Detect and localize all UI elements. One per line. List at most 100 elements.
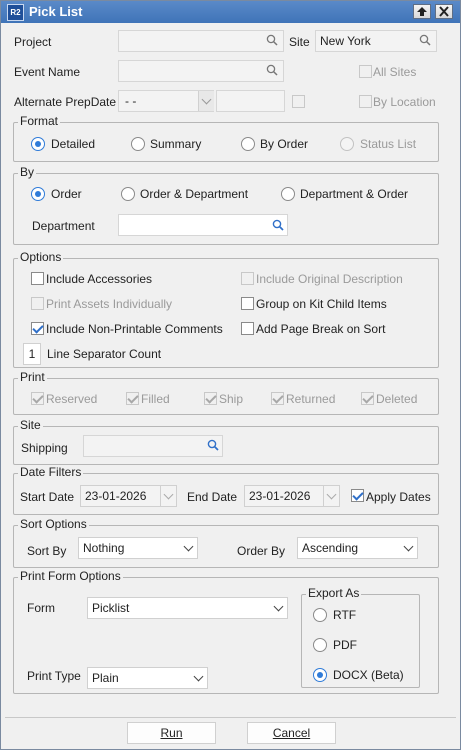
search-icon[interactable]	[266, 64, 278, 76]
include-accessories-checkbox[interactable]	[31, 272, 44, 285]
export-docx-label: DOCX (Beta)	[333, 668, 404, 682]
print-type-select[interactable]: Plain	[87, 667, 208, 689]
format-summary-radio[interactable]	[131, 137, 145, 151]
project-input[interactable]	[118, 30, 284, 52]
shipping-input[interactable]	[83, 435, 223, 457]
group-on-kit-child-items-checkbox[interactable]	[241, 297, 254, 310]
export-as-title: Export As	[306, 586, 362, 600]
cancel-button[interactable]: Cancel	[247, 722, 336, 744]
chevron-down-icon	[163, 489, 174, 500]
all-sites-checkbox[interactable]	[359, 65, 372, 78]
by-order-label: Order	[51, 187, 82, 201]
chevron-down-icon	[326, 489, 337, 500]
all-sites-label: All Sites	[373, 65, 417, 79]
options-title: Options	[18, 250, 64, 264]
print-reserved-label: Reserved	[46, 392, 98, 406]
by-title: By	[18, 165, 37, 179]
format-detailed-label: Detailed	[51, 137, 96, 151]
alternate-time-input[interactable]	[216, 90, 285, 112]
print-assets-individually-checkbox[interactable]	[31, 297, 44, 310]
close-icon	[439, 6, 449, 17]
pick-list-window: R2 Pick List Project Site New York Event…	[0, 0, 461, 750]
add-page-break-on-sort-label: Add Page Break on Sort	[256, 322, 386, 336]
export-rtf-label: RTF	[333, 608, 357, 622]
up-arrow-icon	[417, 7, 427, 16]
by-department-order-radio[interactable]	[281, 187, 295, 201]
group-on-kit-child-items-label: Group on Kit Child Items	[256, 297, 387, 311]
by-order-department-radio[interactable]	[121, 187, 135, 201]
site-label: Site	[289, 35, 310, 49]
search-icon[interactable]	[272, 219, 284, 231]
include-non-printable-comments-label: Include Non-Printable Comments	[46, 322, 223, 336]
search-icon[interactable]	[207, 439, 219, 451]
sort-by-label: Sort By	[27, 544, 67, 558]
line-separator-count-label: Line Separator Count	[47, 347, 162, 361]
print-ship-label: Ship	[219, 392, 244, 406]
print-form-options-title: Print Form Options	[18, 569, 123, 583]
print-reserved-checkbox[interactable]	[31, 392, 44, 405]
by-department-order-label: Department & Order	[300, 187, 409, 201]
order-by-label: Order By	[237, 544, 286, 558]
print-deleted-label: Deleted	[376, 392, 418, 406]
print-title: Print	[18, 370, 47, 384]
end-date-dropdown[interactable]	[323, 486, 340, 506]
run-button[interactable]: Run	[127, 722, 216, 744]
export-pdf-label: PDF	[333, 638, 357, 652]
chevron-down-icon	[193, 671, 204, 682]
print-type-value: Plain	[92, 671, 119, 685]
sort-options-title: Sort Options	[18, 517, 89, 531]
start-date-dropdown[interactable]	[160, 486, 177, 506]
event-name-input[interactable]	[118, 60, 284, 82]
include-accessories-label: Include Accessories	[46, 272, 153, 286]
print-ship-checkbox[interactable]	[204, 392, 217, 405]
date-filters-title: Date Filters	[18, 465, 84, 479]
date-dropdown-button[interactable]	[198, 91, 214, 111]
order-by-value: Ascending	[302, 541, 359, 555]
start-date-value: 23-01-2026	[85, 489, 147, 503]
include-original-description-checkbox[interactable]	[241, 272, 254, 285]
export-docx-radio[interactable]	[313, 668, 327, 682]
app-logo-icon: R2	[7, 4, 24, 21]
chevron-down-icon	[403, 541, 414, 552]
by-order-radio[interactable]	[31, 187, 45, 201]
print-filled-checkbox[interactable]	[126, 392, 139, 405]
include-non-printable-comments-checkbox[interactable]	[31, 322, 44, 335]
site-group: Site	[13, 418, 439, 465]
print-deleted-checkbox[interactable]	[361, 392, 374, 405]
by-location-checkbox[interactable]	[359, 95, 372, 108]
maximize-button[interactable]	[413, 4, 431, 19]
format-status-list-radio[interactable]	[340, 137, 354, 151]
format-by-order-label: By Order	[260, 137, 309, 151]
apply-dates-checkbox[interactable]	[351, 489, 364, 502]
search-icon[interactable]	[266, 34, 278, 46]
alternate-prepdate-label: Alternate PrepDate	[14, 95, 117, 109]
print-returned-label: Returned	[286, 392, 336, 406]
print-type-label: Print Type	[27, 669, 81, 683]
export-pdf-radio[interactable]	[313, 638, 327, 652]
department-label: Department	[32, 219, 95, 233]
format-status-list-label: Status List	[360, 137, 417, 151]
format-title: Format	[18, 114, 61, 128]
shipping-label: Shipping	[21, 441, 68, 455]
format-by-order-radio[interactable]	[241, 137, 255, 151]
end-date-label: End Date	[187, 490, 238, 504]
search-icon[interactable]	[419, 34, 431, 46]
export-rtf-radio[interactable]	[313, 608, 327, 622]
apply-dates-label: Apply Dates	[366, 490, 431, 504]
format-detailed-radio[interactable]	[31, 137, 45, 151]
by-location-label: By Location	[373, 95, 436, 109]
add-page-break-on-sort-checkbox[interactable]	[241, 322, 254, 335]
form-value: Picklist	[92, 601, 130, 615]
end-date-value: 23-01-2026	[249, 489, 311, 503]
print-returned-checkbox[interactable]	[271, 392, 284, 405]
chevron-down-icon	[201, 94, 212, 105]
sort-by-select[interactable]: Nothing	[78, 537, 198, 559]
order-by-select[interactable]: Ascending	[297, 537, 418, 559]
chevron-down-icon	[183, 541, 194, 552]
form-select[interactable]: Picklist	[87, 597, 288, 619]
site-title: Site	[18, 418, 43, 432]
close-button[interactable]	[435, 4, 453, 19]
line-separator-count-input[interactable]: 1	[23, 343, 41, 365]
alternate-prepdate-checkbox[interactable]	[292, 95, 305, 108]
department-input[interactable]	[118, 214, 288, 236]
